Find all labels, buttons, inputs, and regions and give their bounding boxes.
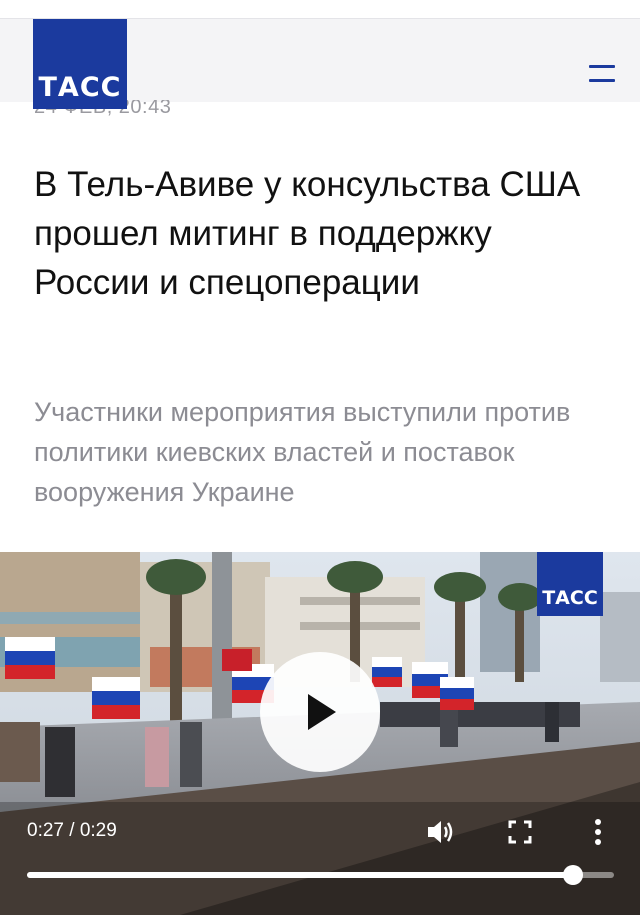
play-icon [308, 694, 336, 730]
video-progress-bar[interactable] [27, 865, 614, 885]
video-time: 0:27 / 0:29 [27, 820, 117, 841]
hamburger-menu-icon[interactable] [586, 63, 618, 87]
video-watermark-logo: ТАСС [537, 552, 603, 616]
logo-text: ТАСС [38, 72, 122, 103]
play-button[interactable] [260, 652, 380, 772]
more-vertical-icon[interactable] [590, 818, 606, 846]
video-progress-fill [27, 872, 573, 878]
status-area [0, 0, 640, 18]
video-player[interactable]: ТАСС 0:27 / 0:29 [0, 552, 640, 915]
article-lead: Участники мероприятия выступили против п… [34, 397, 571, 507]
video-progress-handle[interactable] [562, 865, 583, 885]
article-title: В Тель-Авиве у консульства США прошел ми… [34, 165, 581, 302]
volume-icon[interactable] [426, 818, 456, 846]
tass-logo[interactable]: ТАСС [33, 19, 127, 109]
fullscreen-icon[interactable] [508, 820, 532, 844]
video-watermark-text: ТАСС [542, 587, 598, 609]
